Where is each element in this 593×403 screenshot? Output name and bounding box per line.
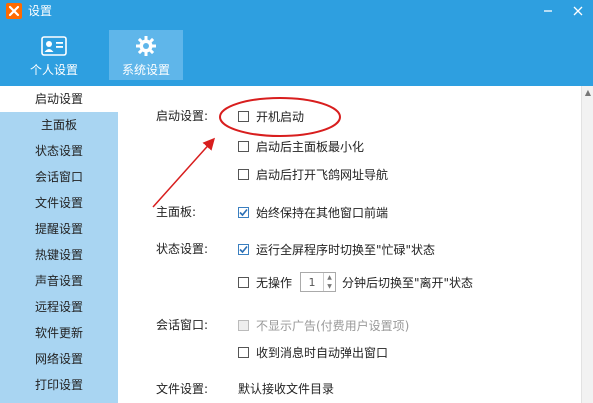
- close-icon[interactable]: [563, 0, 593, 22]
- stepper-up-icon[interactable]: ▲: [324, 273, 335, 282]
- app-logo-icon: [6, 3, 22, 19]
- sidebar-item-status[interactable]: 状态设置: [0, 138, 118, 164]
- tab-label: 系统设置: [121, 63, 170, 77]
- sidebar-item-file[interactable]: 文件设置: [0, 190, 118, 216]
- auto-popup-option[interactable]: 收到消息时自动弹出窗口: [238, 345, 389, 360]
- sidebar-item-reminder[interactable]: 提醒设置: [0, 216, 118, 242]
- startup-on-boot-option[interactable]: 开机启动: [238, 109, 305, 124]
- status-section-label: 状态设置:: [156, 242, 209, 256]
- scrollbar[interactable]: ▲: [581, 86, 593, 403]
- idle-minutes-value[interactable]: 1: [301, 276, 323, 289]
- open-nav-on-start-option[interactable]: 启动后打开飞鸽网址导航: [238, 167, 389, 182]
- sidebar-item-update[interactable]: 软件更新: [0, 320, 118, 346]
- stepper-down-icon[interactable]: ▼: [324, 282, 335, 291]
- checkbox-unchecked[interactable]: [238, 140, 249, 152]
- tab-personal-settings[interactable]: 个人设置: [17, 30, 91, 80]
- sidebar-item-main-panel[interactable]: 主面板: [0, 112, 118, 138]
- checkbox-checked[interactable]: [238, 206, 249, 218]
- tab-system-settings[interactable]: 系统设置: [109, 30, 183, 80]
- sidebar-item-network[interactable]: 网络设置: [0, 346, 118, 372]
- gear-icon: [133, 35, 159, 57]
- minimize-on-start-option[interactable]: 启动后主面板最小化: [238, 139, 365, 154]
- file-section-label: 文件设置:: [156, 382, 209, 396]
- option-label: 启动后打开飞鸽网址导航: [256, 167, 389, 182]
- fullscreen-busy-option[interactable]: 运行全屏程序时切换至"忙碌"状态: [238, 242, 436, 257]
- tab-label: 个人设置: [29, 63, 78, 77]
- always-on-top-option[interactable]: 始终保持在其他窗口前端: [238, 205, 389, 220]
- id-card-icon: [41, 35, 67, 57]
- checkbox-checked[interactable]: [238, 243, 249, 255]
- checkbox-unchecked[interactable]: [238, 346, 249, 358]
- sidebar-item-hotkey[interactable]: 热键设置: [0, 242, 118, 268]
- sidebar-item-sound[interactable]: 声音设置: [0, 268, 118, 294]
- hide-ads-option: 不显示广告(付费用户设置项): [238, 318, 410, 333]
- option-label: 始终保持在其他窗口前端: [256, 205, 389, 220]
- idle-minutes-stepper[interactable]: 1 ▲ ▼: [300, 272, 337, 292]
- checkbox-unchecked[interactable]: [238, 110, 249, 122]
- idle-away-option[interactable]: 无操作 1 ▲ ▼ 分钟后切换至"离开"状态: [238, 272, 474, 292]
- window-controls: [533, 0, 593, 22]
- checkbox-unchecked[interactable]: [238, 168, 249, 180]
- option-label-prefix: 无操作: [256, 275, 293, 290]
- startup-section-label: 启动设置:: [156, 109, 209, 123]
- checkmark-icon: [239, 245, 248, 253]
- header-bar: 设置 个人设置 系统设置: [0, 0, 593, 86]
- checkmark-icon: [239, 208, 248, 216]
- option-label: 启动后主面板最小化: [256, 139, 365, 154]
- option-label-suffix: 分钟后切换至"离开"状态: [342, 275, 474, 290]
- sidebar: 启动设置 主面板 状态设置 会话窗口 文件设置 提醒设置 热键设置 声音设置 远…: [0, 86, 118, 403]
- option-label: 不显示广告(付费用户设置项): [256, 318, 410, 333]
- checkbox-unchecked[interactable]: [238, 276, 249, 288]
- option-label: 开机启动: [256, 109, 305, 124]
- stepper-arrows[interactable]: ▲ ▼: [323, 273, 335, 291]
- sidebar-item-remote[interactable]: 远程设置: [0, 294, 118, 320]
- session-section-label: 会话窗口:: [156, 318, 209, 332]
- sidebar-item-startup[interactable]: 启动设置: [0, 86, 118, 112]
- sidebar-item-session[interactable]: 会话窗口: [0, 164, 118, 190]
- checkbox-disabled: [238, 319, 249, 331]
- sidebar-item-print[interactable]: 打印设置: [0, 372, 118, 398]
- window-title: 设置: [28, 4, 53, 18]
- option-label: 收到消息时自动弹出窗口: [256, 345, 389, 360]
- scroll-up-icon[interactable]: ▲: [582, 88, 593, 98]
- default-receive-dir-label: 默认接收文件目录: [238, 382, 335, 396]
- minimize-icon[interactable]: [533, 0, 563, 22]
- main-panel-section-label: 主面板:: [156, 205, 197, 219]
- option-label: 运行全屏程序时切换至"忙碌"状态: [256, 242, 436, 257]
